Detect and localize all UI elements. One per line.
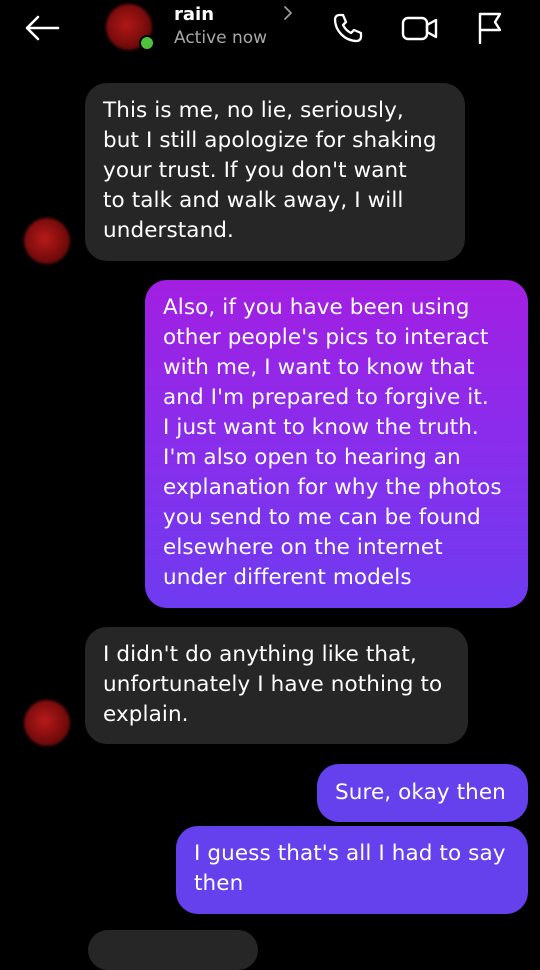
chat-header: rain Active now <box>0 0 540 58</box>
online-status-dot <box>139 35 155 51</box>
back-button[interactable] <box>20 10 64 46</box>
chevron-right-icon[interactable] <box>282 4 294 22</box>
message-bubble-outgoing[interactable]: I guess that's all I had to say then <box>176 826 528 914</box>
back-arrow-icon <box>25 15 60 41</box>
video-camera-icon <box>401 16 438 41</box>
contact-name[interactable]: rain <box>174 4 214 25</box>
sender-avatar[interactable] <box>24 218 70 264</box>
phone-icon <box>333 13 363 43</box>
message-bubble-incoming-partial <box>88 930 258 970</box>
video-call-button[interactable] <box>398 8 442 48</box>
flag-icon <box>478 12 502 45</box>
message-bubble-outgoing[interactable]: Also, if you have been using other peopl… <box>145 280 528 608</box>
message-bubble-incoming[interactable]: This is me, no lie, seriously, but I sti… <box>85 83 465 261</box>
message-bubble-incoming[interactable]: I didn't do anything like that, unfortun… <box>85 627 468 744</box>
voice-call-button[interactable] <box>328 8 368 48</box>
message-bubble-outgoing[interactable]: Sure, okay then <box>317 764 528 822</box>
report-button[interactable] <box>470 8 510 48</box>
contact-status: Active now <box>174 28 268 48</box>
sender-avatar[interactable] <box>24 700 70 746</box>
